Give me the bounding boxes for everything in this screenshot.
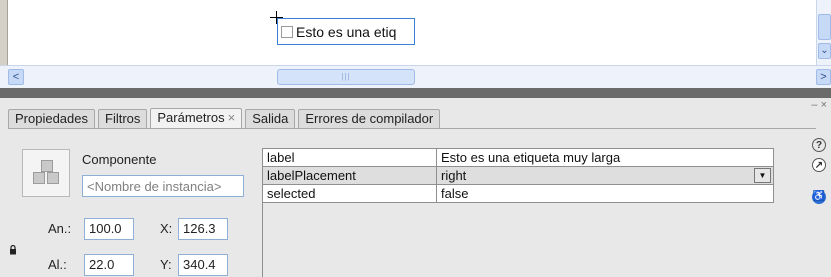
parameter-name: labelPlacement	[263, 167, 437, 184]
help-icon[interactable]: ?	[812, 138, 826, 152]
scroll-down-arrow-icon[interactable]: ⌄	[818, 43, 831, 59]
parameter-value-dropdown[interactable]: right ▼	[437, 167, 774, 184]
checkbox-component-instance[interactable]: Esto es una etiq	[277, 18, 415, 45]
width-field[interactable]: 100.0	[84, 218, 134, 240]
height-field[interactable]: 22.0	[84, 254, 134, 276]
tab-errores-de-compilador[interactable]: Errores de compilador	[298, 109, 441, 128]
vertical-scrollbar[interactable]: ⌄	[816, 0, 831, 65]
parameter-row[interactable]: selected false	[263, 185, 774, 203]
stage-left-edge	[0, 0, 8, 65]
tab-label: Errores de compilador	[305, 111, 434, 126]
panel-divider[interactable]	[0, 88, 831, 98]
y-label: Y:	[160, 257, 172, 272]
parameters-grid: label Esto es una etiqueta muy larga lab…	[262, 148, 774, 203]
checkbox-label: Esto es una etiq	[296, 23, 397, 40]
parameter-row[interactable]: label Esto es una etiqueta muy larga	[263, 149, 774, 167]
component-type-label: Componente	[82, 152, 157, 167]
dropdown-arrow-icon[interactable]: ▼	[754, 168, 771, 183]
properties-panel: – × Propiedades Filtros Parámetros × Sali…	[0, 98, 831, 277]
parameter-name: selected	[263, 185, 437, 202]
parameter-row[interactable]: labelPlacement right ▼	[263, 167, 774, 185]
x-field[interactable]: 126.3	[178, 218, 228, 240]
parameters-grid-empty-area	[262, 203, 774, 277]
horizontal-scroll-thumb[interactable]: |||	[277, 69, 415, 85]
tab-salida[interactable]: Salida	[245, 109, 296, 128]
panel-side-icons: ? ↗ ♿	[812, 138, 828, 210]
checkbox-box	[281, 25, 293, 38]
y-field[interactable]: 340.4	[178, 254, 228, 276]
lock-icon[interactable]	[9, 245, 17, 255]
instance-name-input[interactable]	[82, 175, 244, 197]
open-external-icon[interactable]: ↗	[812, 158, 826, 172]
tab-filtros[interactable]: Filtros	[98, 109, 148, 128]
tab-propiedades[interactable]: Propiedades	[8, 109, 95, 128]
vertical-scroll-thumb[interactable]	[818, 14, 831, 40]
panel-tab-bar: Propiedades Filtros Parámetros × Salida E…	[8, 108, 443, 128]
horizontal-scrollbar[interactable]: < ||| >	[0, 65, 831, 88]
tab-label: Salida	[252, 111, 289, 126]
tab-underline	[8, 128, 816, 129]
tab-parametros[interactable]: Parámetros ×	[150, 108, 243, 128]
parameter-value: right	[441, 168, 467, 183]
scroll-right-arrow-icon[interactable]: >	[816, 69, 831, 85]
close-tab-icon[interactable]: ×	[228, 110, 236, 125]
parameter-value[interactable]: Esto es una etiqueta muy larga	[437, 149, 774, 166]
tab-label: Filtros	[105, 111, 141, 126]
x-label: X:	[160, 221, 173, 236]
parameter-name: label	[263, 149, 437, 166]
scroll-left-arrow-icon[interactable]: <	[8, 69, 24, 85]
width-label: An.:	[48, 221, 72, 236]
component-cubes-icon	[22, 149, 70, 197]
tab-label: Propiedades	[15, 111, 88, 126]
accessibility-icon[interactable]: ♿	[812, 190, 826, 204]
panel-window-controls[interactable]: – ×	[811, 100, 827, 111]
parameter-value[interactable]: false	[437, 185, 774, 202]
height-label: Al.:	[48, 257, 67, 272]
tab-label: Parámetros	[157, 110, 225, 125]
